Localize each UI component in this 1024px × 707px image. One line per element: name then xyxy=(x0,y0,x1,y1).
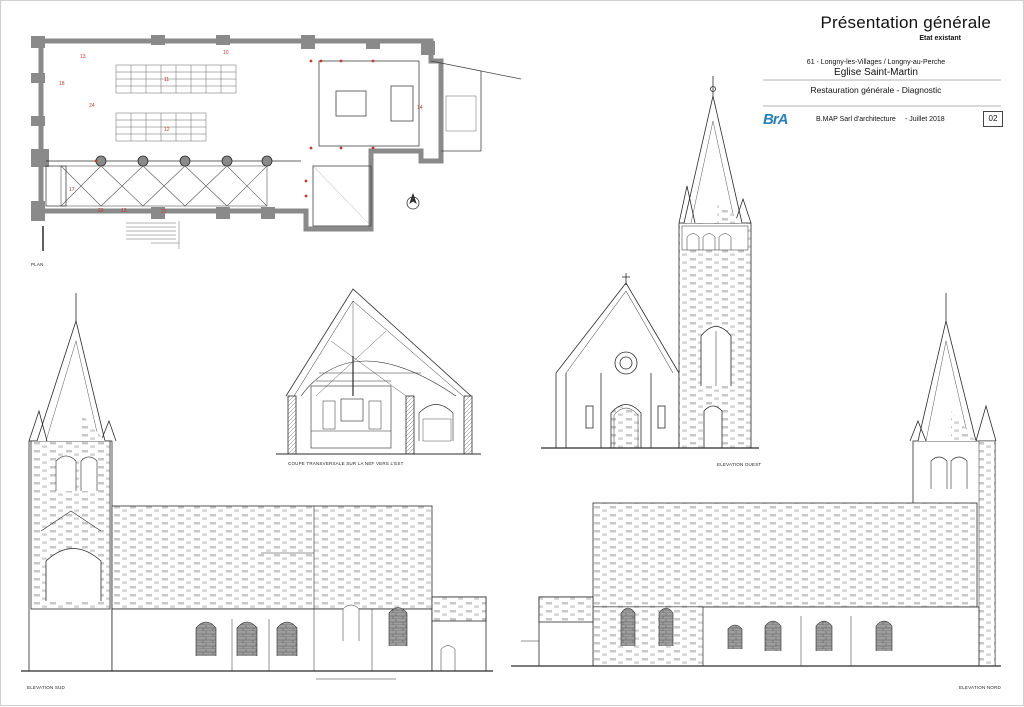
room-number: 20 xyxy=(98,208,104,214)
drawings-canvas: 13 10 18 24 11 12 17 20 13 21 14 xyxy=(21,35,1001,680)
west-elevation-label: Elevation ouest xyxy=(717,462,762,467)
room-number: 13 xyxy=(121,208,127,214)
section-label: Coupe transversale sur la nef vers l'est xyxy=(288,461,404,466)
room-number: 12 xyxy=(164,127,170,133)
south-elevation xyxy=(21,293,493,680)
section-drawing xyxy=(276,288,481,455)
room-number: 17 xyxy=(69,187,75,193)
room-number: 18 xyxy=(59,81,65,87)
drawing-sheet: Présentation générale Etat existant 61 -… xyxy=(0,0,1024,706)
title-block-frame xyxy=(763,79,1001,107)
room-number: 11 xyxy=(164,77,169,83)
south-elevation-label: Elevation sud xyxy=(27,685,65,690)
plan-label: Plan xyxy=(31,262,44,267)
room-number: 13 xyxy=(80,54,86,60)
room-number: 21 xyxy=(161,209,167,215)
room-number: 24 xyxy=(89,103,95,109)
plan-drawing xyxy=(31,35,522,251)
west-elevation xyxy=(541,76,759,449)
room-number: 10 xyxy=(223,50,229,56)
room-number: 14 xyxy=(417,105,423,111)
north-elevation-label: Elevation nord xyxy=(959,685,1001,690)
